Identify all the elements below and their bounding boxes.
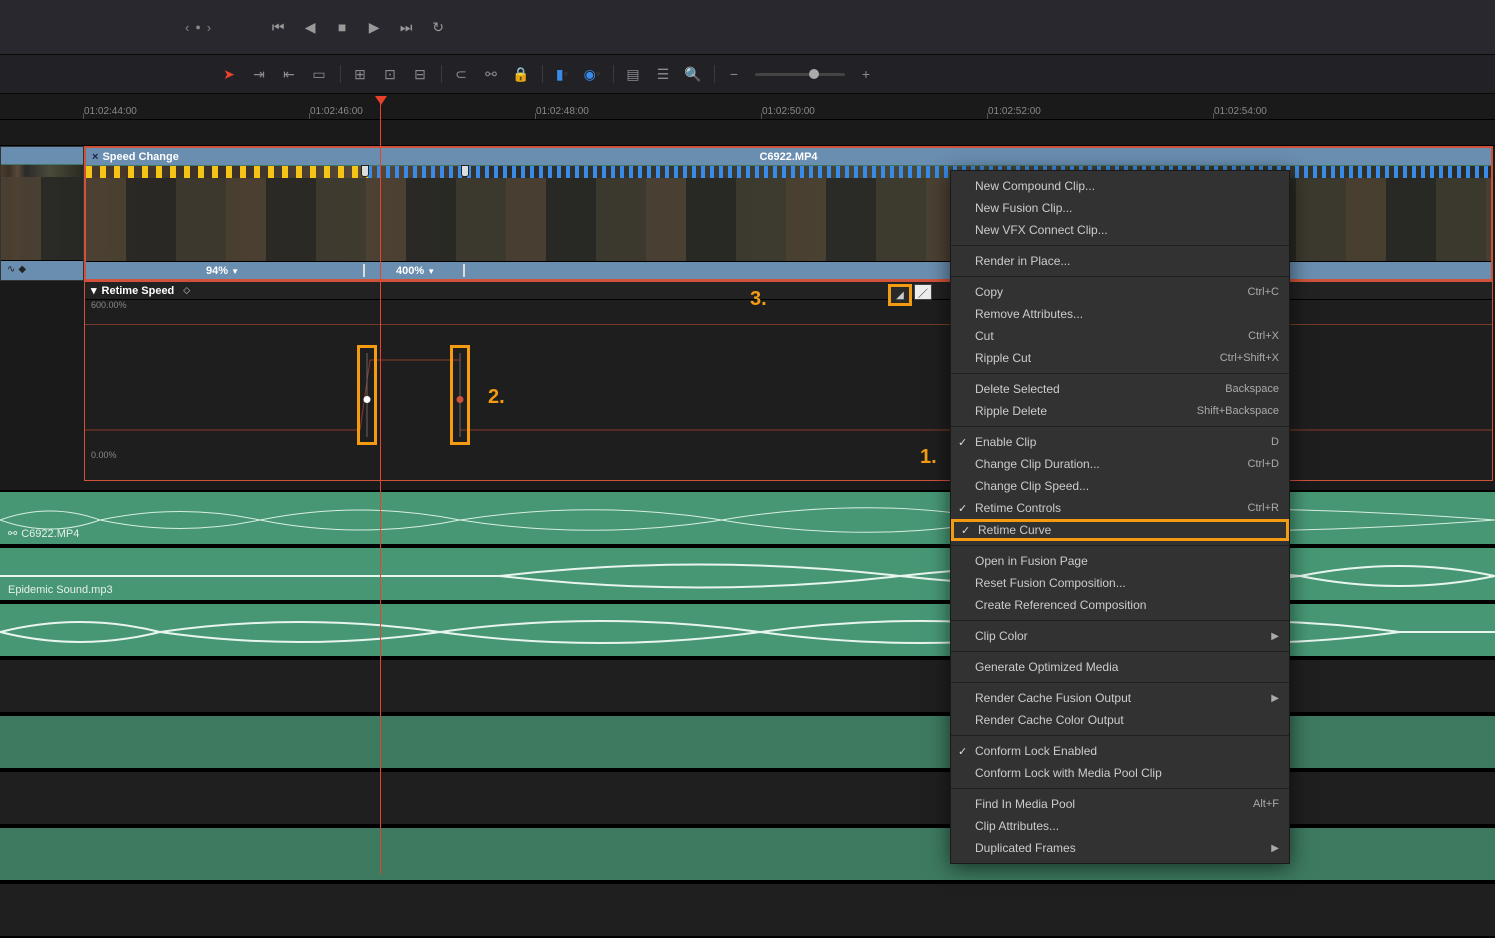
- video-clip[interactable]: ∿ ◆: [0, 146, 84, 281]
- linear-mode-button[interactable]: ／: [914, 284, 932, 300]
- menu-reset-fusion[interactable]: Reset Fusion Composition...: [951, 572, 1289, 594]
- speed-point-handle-2[interactable]: [461, 165, 469, 177]
- speed-value-1[interactable]: 94% ▼: [206, 265, 239, 277]
- replace-icon[interactable]: ⊟: [411, 65, 429, 83]
- stop-icon[interactable]: ■: [333, 18, 351, 36]
- keyframe-1[interactable]: [357, 345, 377, 445]
- link-icon: ⚯: [8, 527, 17, 540]
- ruler-tick: 01:02:52:00: [988, 106, 1041, 117]
- menu-change-speed[interactable]: Change Clip Speed...: [951, 475, 1289, 497]
- menu-find-pool[interactable]: Find In Media PoolAlt+F: [951, 793, 1289, 815]
- trim-tool-icon[interactable]: ⇥: [250, 65, 268, 83]
- menu-dup-frames[interactable]: Duplicated Frames▶: [951, 837, 1289, 859]
- audio-clip-name: C6922.MP4: [21, 528, 79, 540]
- menu-new-fusion[interactable]: New Fusion Clip...: [951, 197, 1289, 219]
- jump-end-icon[interactable]: ⏭: [397, 18, 415, 36]
- nav-dot-icon: ●: [195, 22, 200, 32]
- nav-fwd-icon[interactable]: ›: [207, 20, 211, 35]
- jump-start-icon[interactable]: ⏮: [269, 18, 287, 36]
- menu-delete-selected[interactable]: Delete SelectedBackspace: [951, 378, 1289, 400]
- retime-panel-title: Retime Speed: [102, 285, 175, 297]
- menu-remove-attributes[interactable]: Remove Attributes...: [951, 303, 1289, 325]
- nav-history: ‹ ● ›: [185, 20, 211, 35]
- menu-ripple-delete[interactable]: Ripple DeleteShift+Backspace: [951, 400, 1289, 422]
- ruler-tick: 01:02:50:00: [762, 106, 815, 117]
- menu-render-in-place[interactable]: Render in Place...: [951, 250, 1289, 272]
- loop-icon[interactable]: ↻: [429, 18, 447, 36]
- ruler-tick: 01:02:48:00: [536, 106, 589, 117]
- menu-ripple-cut[interactable]: Ripple CutCtrl+Shift+X: [951, 347, 1289, 369]
- menu-new-compound[interactable]: New Compound Clip...: [951, 175, 1289, 197]
- menu-copy[interactable]: CopyCtrl+C: [951, 281, 1289, 303]
- audio-track-8[interactable]: [0, 882, 1495, 938]
- menu-clip-color[interactable]: Clip Color▶: [951, 625, 1289, 647]
- annotation-1: 1.: [920, 446, 937, 469]
- music-clip-name: Epidemic Sound.mp3: [8, 584, 113, 596]
- menu-open-fusion[interactable]: Open in Fusion Page: [951, 550, 1289, 572]
- y-min-label: 0.00%: [91, 450, 117, 460]
- insert-icon[interactable]: ⊞: [351, 65, 369, 83]
- menu-conform-lock[interactable]: ✓Conform Lock Enabled: [951, 740, 1289, 762]
- snap-icon[interactable]: ⊂: [452, 65, 470, 83]
- lock-icon[interactable]: 🔒: [512, 65, 530, 83]
- clip-context-menu: New Compound Clip... New Fusion Clip... …: [950, 170, 1290, 864]
- ruler-tick: 01:02:46:00: [310, 106, 363, 117]
- selection-tool-icon[interactable]: ➤: [220, 65, 238, 83]
- view-opts-icon[interactable]: ▤: [624, 65, 642, 83]
- y-max-label: 600.00%: [91, 300, 127, 310]
- transport-bar: ‹ ● › ⏮ ◀ ■ ▶ ⏭ ↻: [0, 0, 1495, 54]
- dynamic-trim-icon[interactable]: ⇤: [280, 65, 298, 83]
- speed-divider-2[interactable]: [461, 262, 467, 279]
- search-icon[interactable]: 🔍: [684, 65, 702, 83]
- menu-create-ref-comp[interactable]: Create Referenced Composition: [951, 594, 1289, 616]
- zoom-in-icon[interactable]: +: [857, 65, 875, 83]
- annotation-3: 3.: [750, 288, 767, 311]
- keyframe-diamond-icon[interactable]: ◇: [183, 285, 190, 296]
- annotation-2: 2.: [488, 386, 505, 409]
- marker-icon[interactable]: ◉▾: [583, 65, 601, 83]
- clip-speed-label: Speed Change: [102, 151, 178, 163]
- nav-back-icon[interactable]: ‹: [185, 20, 189, 35]
- blade-tool-icon[interactable]: ▭: [310, 65, 328, 83]
- flag-icon[interactable]: ▮▾: [553, 65, 571, 83]
- play-icon[interactable]: ▶: [365, 18, 383, 36]
- curve-indicator-icon: ∿: [7, 264, 15, 275]
- speed-divider-1[interactable]: [361, 262, 367, 279]
- menu-new-vfx[interactable]: New VFX Connect Clip...: [951, 219, 1289, 241]
- menu-conform-pool[interactable]: Conform Lock with Media Pool Clip: [951, 762, 1289, 784]
- track-gap: [0, 120, 1495, 146]
- link-icon[interactable]: ⚯: [482, 65, 500, 83]
- menu-render-cache-color[interactable]: Render Cache Color Output: [951, 709, 1289, 731]
- menu-enable-clip[interactable]: ✓Enable ClipD: [951, 431, 1289, 453]
- mixer-icon[interactable]: ☰: [654, 65, 672, 83]
- keyframe-2[interactable]: [450, 345, 470, 445]
- close-x-icon[interactable]: ×: [92, 151, 98, 163]
- zoom-out-icon[interactable]: −: [725, 65, 743, 83]
- transport-controls: ⏮ ◀ ■ ▶ ⏭ ↻: [269, 18, 447, 36]
- collapse-icon[interactable]: ▾: [91, 284, 97, 297]
- overwrite-icon[interactable]: ⊡: [381, 65, 399, 83]
- speed-value-2[interactable]: 400% ▼: [396, 265, 435, 277]
- timeline-ruler[interactable]: 01:02:44:00 01:02:46:00 01:02:48:00 01:02:5…: [0, 94, 1495, 120]
- menu-cut[interactable]: CutCtrl+X: [951, 325, 1289, 347]
- kf-indicator-icon: ◆: [18, 264, 26, 275]
- menu-retime-curve[interactable]: ✓Retime Curve: [951, 519, 1289, 541]
- timeline-toolbar: ➤ ⇥ ⇤ ▭ ⊞ ⊡ ⊟ ⊂ ⚯ 🔒 ▮▾ ◉▾ ▤ ☰ 🔍 − +: [0, 54, 1495, 94]
- speed-point-handle-1[interactable]: [361, 165, 369, 177]
- play-reverse-icon[interactable]: ◀: [301, 18, 319, 36]
- menu-change-duration[interactable]: Change Clip Duration...Ctrl+D: [951, 453, 1289, 475]
- ruler-tick: 01:02:44:00: [84, 106, 137, 117]
- ruler-tick: 01:02:54:00: [1214, 106, 1267, 117]
- menu-render-cache-fusion[interactable]: Render Cache Fusion Output▶: [951, 687, 1289, 709]
- menu-clip-attributes[interactable]: Clip Attributes...: [951, 815, 1289, 837]
- menu-retime-controls[interactable]: ✓Retime ControlsCtrl+R: [951, 497, 1289, 519]
- zoom-slider[interactable]: [755, 73, 845, 76]
- clip-filename: C6922.MP4: [759, 151, 817, 163]
- menu-gen-optimized[interactable]: Generate Optimized Media: [951, 656, 1289, 678]
